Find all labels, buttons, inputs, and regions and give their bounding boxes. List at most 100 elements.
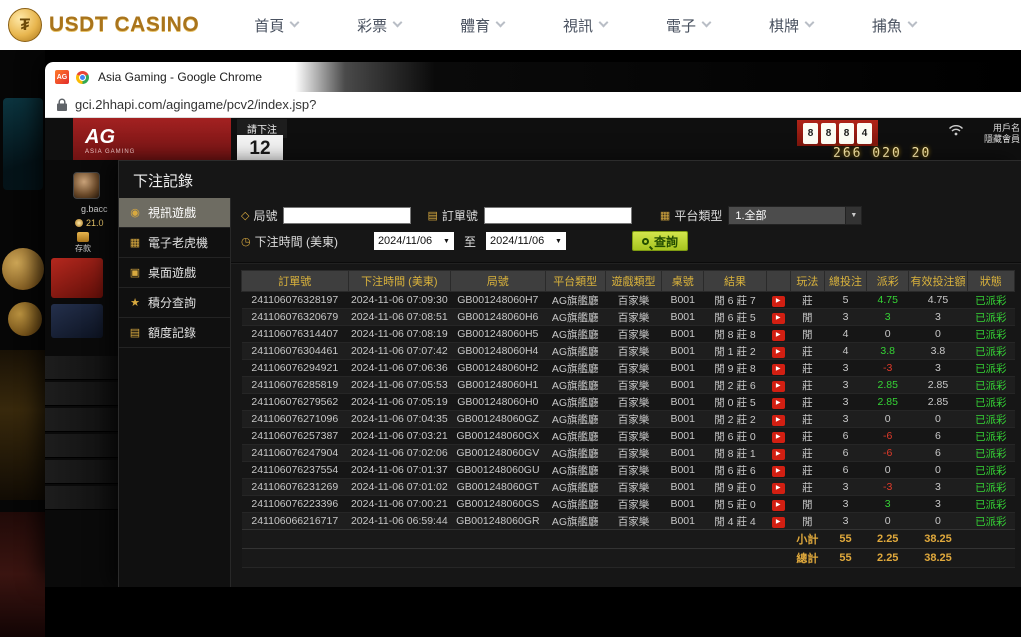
total-label: 總計 <box>790 549 824 568</box>
payout-cell: 0 <box>867 462 909 479</box>
total-bet-cell: 4 <box>824 343 866 360</box>
chrome-popup-window: AG Asia Gaming - Google Chrome gci.2hhap… <box>45 62 1021 587</box>
status-cell: 已派彩 <box>967 462 1014 479</box>
table-row: 2411060762858192024-11-06 07:05:53GB0012… <box>242 377 1015 394</box>
replay-play-icon[interactable]: ▶ <box>772 296 785 307</box>
replay-play-icon[interactable]: ▶ <box>772 381 785 392</box>
search-button[interactable]: 查詢 <box>632 231 688 251</box>
game-cell: 百家樂 <box>605 496 661 513</box>
game-cell: 百家樂 <box>605 462 661 479</box>
nav-item-fishing[interactable]: 捕魚 <box>872 15 916 36</box>
replay-play-icon[interactable]: ▶ <box>772 347 785 358</box>
order-cell: 241106076328197 <box>242 292 349 309</box>
site-logo-text: USDT CASINO <box>49 13 199 37</box>
replay-play-icon[interactable]: ▶ <box>772 398 785 409</box>
platform-cell: AG旗艦廳 <box>545 445 605 462</box>
avatar[interactable] <box>73 172 100 199</box>
promo-image[interactable] <box>51 258 103 298</box>
replay-play-icon[interactable]: ▶ <box>772 466 785 477</box>
replay-cell: ▶ <box>766 326 790 343</box>
status-cell: 已派彩 <box>967 360 1014 377</box>
sidebar-item-video-games[interactable]: ◉視訊遊戲 <box>119 198 230 228</box>
table-number-cell: B001 <box>662 377 704 394</box>
play-type-cell: 莊 <box>790 479 824 496</box>
sidebar-item-points-query[interactable]: ★積分查詢 <box>119 288 230 318</box>
result-cell: 閒 6 莊 6 <box>704 462 766 479</box>
gold-coin-art <box>8 302 42 336</box>
nav-item-video[interactable]: 視訊 <box>563 15 607 36</box>
replay-play-icon[interactable]: ▶ <box>772 449 785 460</box>
nav-item-board-games[interactable]: 棋牌 <box>769 15 813 36</box>
dealt-cards: 8884 <box>797 120 878 146</box>
sidebar-item-slots[interactable]: ▦電子老虎機 <box>119 228 230 258</box>
replay-play-icon[interactable]: ▶ <box>772 313 785 324</box>
site-header: ₮ USDT CASINO 首頁 彩票 體育 視訊 電子 棋牌 捕魚 <box>0 0 1021 50</box>
platform-cell: AG旗艦廳 <box>545 292 605 309</box>
table-number-cell: B001 <box>662 360 704 377</box>
platform-cell: AG旗艦廳 <box>545 496 605 513</box>
deposit-button[interactable]: 存款 <box>75 232 91 254</box>
total-bet-cell: 3 <box>824 309 866 326</box>
nav-item-home[interactable]: 首頁 <box>254 15 298 36</box>
play-type-cell: 莊 <box>790 462 824 479</box>
lobby-menu-row[interactable] <box>45 382 118 406</box>
gold-coin-art <box>2 248 44 290</box>
table-number-cell: B001 <box>662 462 704 479</box>
status-cell: 已派彩 <box>967 309 1014 326</box>
replay-play-icon[interactable]: ▶ <box>772 432 785 443</box>
valid-bet-cell: 6 <box>909 445 967 462</box>
lobby-menu-row[interactable] <box>45 408 118 432</box>
replay-play-icon[interactable]: ▶ <box>772 364 785 375</box>
lobby-menu-row[interactable] <box>45 460 118 484</box>
order-cell: 241106076237554 <box>242 462 349 479</box>
nav-item-sports[interactable]: 體育 <box>460 15 504 36</box>
column-header <box>766 271 790 292</box>
status-cell: 已派彩 <box>967 343 1014 360</box>
slots-icon: ▦ <box>129 236 141 249</box>
order-number-input[interactable] <box>484 207 632 224</box>
chrome-icon <box>76 71 89 84</box>
replay-cell: ▶ <box>766 360 790 377</box>
replay-play-icon[interactable]: ▶ <box>772 483 785 494</box>
replay-play-icon[interactable]: ▶ <box>772 517 785 528</box>
replay-play-icon[interactable]: ▶ <box>772 415 785 426</box>
time-cell: 2024-11-06 07:05:19 <box>348 394 451 411</box>
sidebar-item-table-games[interactable]: ▣桌面遊戲 <box>119 258 230 288</box>
order-cell: 241106076247904 <box>242 445 349 462</box>
window-titlebar[interactable]: AG Asia Gaming - Google Chrome <box>45 62 1021 92</box>
lobby-menu-row[interactable] <box>45 486 118 510</box>
valid-bet-cell: 0 <box>909 411 967 428</box>
time-cell: 2024-11-06 07:03:21 <box>348 428 451 445</box>
payout-cell: 2.85 <box>867 394 909 411</box>
sidebar-item-credit-records[interactable]: ▤額度記錄 <box>119 318 230 348</box>
points-query-icon: ★ <box>129 296 141 309</box>
platform-cell: AG旗艦廳 <box>545 428 605 445</box>
replay-play-icon[interactable]: ▶ <box>772 500 785 511</box>
table-row: 2411060762375542024-11-06 07:01:37GB0012… <box>242 462 1015 479</box>
promo-image[interactable] <box>51 304 103 338</box>
game-cell: 百家樂 <box>605 479 661 496</box>
lobby-menu-row[interactable] <box>45 434 118 458</box>
chevron-down-icon <box>907 18 917 28</box>
column-header: 玩法 <box>790 271 824 292</box>
replay-play-icon[interactable]: ▶ <box>772 330 785 341</box>
to-label: 至 <box>464 233 476 250</box>
nav-item-electronic[interactable]: 電子 <box>666 15 710 36</box>
lock-icon <box>57 98 67 111</box>
date-from-picker[interactable]: 2024/11/06 ▼ <box>374 232 454 250</box>
url-text[interactable]: gci.2hhapi.com/agingame/pcv2/index.jsp? <box>75 97 316 112</box>
valid-bet-cell: 3 <box>909 309 967 326</box>
site-logo[interactable]: ₮ USDT CASINO <box>8 8 199 42</box>
round-cell: GB001248060H2 <box>451 360 545 377</box>
playing-card: 4 <box>857 123 872 144</box>
url-bar[interactable]: gci.2hhapi.com/agingame/pcv2/index.jsp? <box>45 92 1021 118</box>
game-cell: 百家樂 <box>605 377 661 394</box>
total-bet-cell: 3 <box>824 496 866 513</box>
platform-type-select[interactable]: 1.全部 ▼ <box>728 206 862 225</box>
lobby-menu-row[interactable] <box>45 356 118 380</box>
status-cell: 已派彩 <box>967 326 1014 343</box>
time-cell: 2024-11-06 07:02:06 <box>348 445 451 462</box>
nav-item-lottery[interactable]: 彩票 <box>357 15 401 36</box>
round-number-input[interactable] <box>283 207 411 224</box>
date-to-picker[interactable]: 2024/11/06 ▼ <box>486 232 566 250</box>
